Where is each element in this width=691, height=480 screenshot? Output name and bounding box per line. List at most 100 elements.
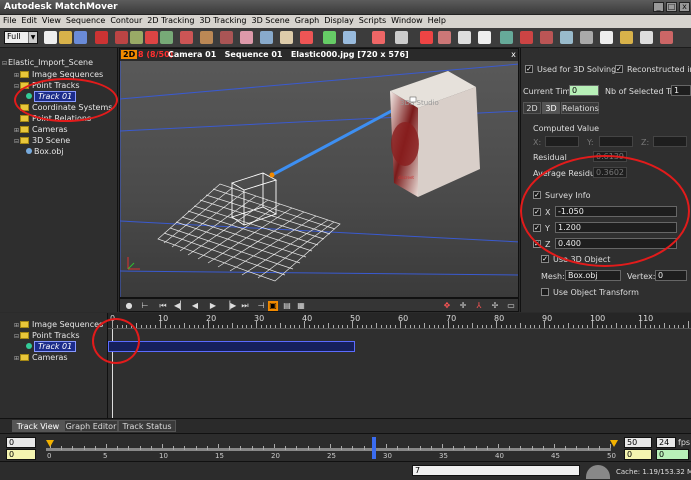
key-next-icon[interactable]: ⊣: [256, 301, 266, 311]
menu-2d-tracking[interactable]: 2D Tracking: [144, 15, 196, 25]
fps-field[interactable]: 24: [656, 437, 676, 448]
current-frame-field[interactable]: 0: [656, 449, 689, 460]
zoom-icon[interactable]: ✛: [458, 301, 468, 311]
tree-root[interactable]: ⊟Elastic_Import_Scene: [2, 58, 93, 68]
open-folder-icon[interactable]: [59, 31, 72, 44]
range-start-field-2[interactable]: 0: [6, 449, 36, 460]
reset-view-icon[interactable]: ✢: [490, 301, 500, 311]
tab-2d[interactable]: 2D: [523, 102, 541, 114]
track-01-range-bar[interactable]: [108, 341, 355, 352]
panel-icon[interactable]: [640, 31, 653, 44]
tracker-icon[interactable]: [160, 31, 173, 44]
range-start-field[interactable]: 0: [6, 437, 36, 448]
timeline-ruler[interactable]: 0 10 20 30 40 50 60 70 80 90 100 110: [108, 313, 691, 329]
current-time-field[interactable]: 0: [569, 85, 599, 96]
options-icon[interactable]: [660, 31, 673, 44]
menu-contour[interactable]: Contour: [107, 15, 144, 25]
menu-display[interactable]: Display: [321, 15, 356, 25]
key-prev-icon[interactable]: ⊢: [140, 301, 150, 311]
paint-icon[interactable]: [500, 31, 513, 44]
first-frame-icon[interactable]: ⏮: [158, 301, 168, 311]
folder-icon[interactable]: [620, 31, 633, 44]
record-icon[interactable]: ●: [124, 301, 134, 311]
display-mode-select[interactable]: Full ▼: [4, 31, 38, 44]
pan-icon[interactable]: ✥: [442, 301, 452, 311]
menu-help[interactable]: Help: [425, 15, 448, 25]
timeline-item-track-01[interactable]: Track 01: [26, 341, 77, 352]
maximize-button[interactable]: □: [666, 2, 677, 12]
view-mode-badge[interactable]: 2D: [121, 50, 138, 59]
chevron-down-icon[interactable]: ▼: [28, 32, 37, 43]
layout-icon[interactable]: [478, 31, 491, 44]
camera-icon[interactable]: [260, 31, 273, 44]
timeline-item-point-tracks[interactable]: ⊟ Point Tracks: [14, 331, 80, 341]
import-icon[interactable]: [95, 31, 108, 44]
tree-item-cameras[interactable]: ⊞ Cameras: [14, 125, 68, 135]
menu-3d-scene[interactable]: 3D Scene: [249, 15, 292, 25]
loop-icon[interactable]: ▣: [268, 301, 278, 311]
use-object-transform-checkbox[interactable]: [541, 288, 549, 296]
timeline-item-image-sequences[interactable]: ⊞ Image Sequences: [14, 320, 103, 330]
refine-icon[interactable]: [240, 31, 253, 44]
range-end-field[interactable]: 50: [624, 437, 652, 448]
menu-window[interactable]: Window: [388, 15, 425, 25]
range-start-handle[interactable]: [46, 440, 54, 447]
scale-icon[interactable]: [438, 31, 451, 44]
tree-item-box-obj[interactable]: Box.obj: [26, 147, 64, 157]
menu-edit[interactable]: Edit: [18, 15, 39, 25]
menu-file[interactable]: File: [0, 15, 18, 25]
link-icon[interactable]: [200, 31, 213, 44]
flag-icon[interactable]: [520, 31, 533, 44]
new-file-icon[interactable]: [44, 31, 57, 44]
current-frame-status[interactable]: 7: [412, 465, 580, 476]
play-icon[interactable]: ▶: [208, 301, 218, 311]
next-frame-icon[interactable]: ▕▶: [224, 301, 236, 311]
menu-graph[interactable]: Graph: [292, 15, 322, 25]
track-icon[interactable]: [115, 31, 128, 44]
frame-view-icon[interactable]: ▭: [506, 301, 516, 311]
rotate-icon[interactable]: [130, 31, 143, 44]
move-icon[interactable]: [420, 31, 433, 44]
menu-scripts[interactable]: Scripts: [356, 15, 388, 25]
cube-icon[interactable]: [395, 31, 408, 44]
menu-view[interactable]: View: [39, 15, 63, 25]
eraser-icon[interactable]: [372, 31, 385, 44]
view-icon[interactable]: [458, 31, 471, 44]
track-timeline[interactable]: 0 10 20 30 40 50 60 70 80 90 100 110: [108, 313, 691, 418]
last-frame-icon[interactable]: ⏭: [240, 301, 250, 311]
clip-icon[interactable]: ▦: [296, 301, 306, 311]
frame-slider-track[interactable]: [46, 448, 611, 451]
tab-graph-editor[interactable]: Graph Editor: [64, 420, 118, 432]
marker-icon[interactable]: [145, 31, 158, 44]
tab-3d[interactable]: 3D: [542, 102, 560, 114]
mesh-select[interactable]: Box.obj: [565, 270, 621, 281]
range-end-handle[interactable]: [610, 440, 618, 447]
prev-frame-icon[interactable]: ◀▏: [174, 301, 186, 311]
range-end-field-2[interactable]: 0: [624, 449, 652, 460]
tab-track-view[interactable]: Track View: [12, 420, 64, 432]
window-icon[interactable]: [600, 31, 613, 44]
viewport-close-button[interactable]: x: [509, 50, 518, 59]
tab-track-status[interactable]: Track Status: [118, 420, 176, 432]
target-icon[interactable]: [540, 31, 553, 44]
play-back-icon[interactable]: ◀: [190, 301, 200, 311]
orbit-icon[interactable]: ⅄: [474, 301, 484, 311]
save-icon[interactable]: [74, 31, 87, 44]
grid-icon[interactable]: [343, 31, 356, 44]
snapshot-icon[interactable]: ▤: [282, 301, 292, 311]
vertex-field[interactable]: 0: [655, 270, 687, 281]
lock-icon[interactable]: [580, 31, 593, 44]
viewport-scene[interactable]: 3DS Studio discreet: [120, 49, 519, 298]
use-3d-object-checkbox[interactable]: ✓: [541, 255, 549, 263]
render-icon[interactable]: [560, 31, 573, 44]
menu-3d-tracking[interactable]: 3D Tracking: [196, 15, 248, 25]
tab-relations[interactable]: Relations: [561, 102, 599, 114]
viewport-2d[interactable]: 3DS Studio discreet 2D 8 (8/50) Camera 0…: [119, 48, 519, 298]
solve-icon[interactable]: [220, 31, 233, 44]
tree-item-3d-scene[interactable]: ⊟ 3D Scene: [14, 136, 70, 146]
auto-track-icon[interactable]: [180, 31, 193, 44]
timeline-item-cameras[interactable]: ⊞ Cameras: [14, 353, 68, 363]
minimize-button[interactable]: _: [653, 2, 664, 12]
frame-slider-thumb[interactable]: [372, 437, 376, 459]
coordinate-icon[interactable]: [280, 31, 293, 44]
